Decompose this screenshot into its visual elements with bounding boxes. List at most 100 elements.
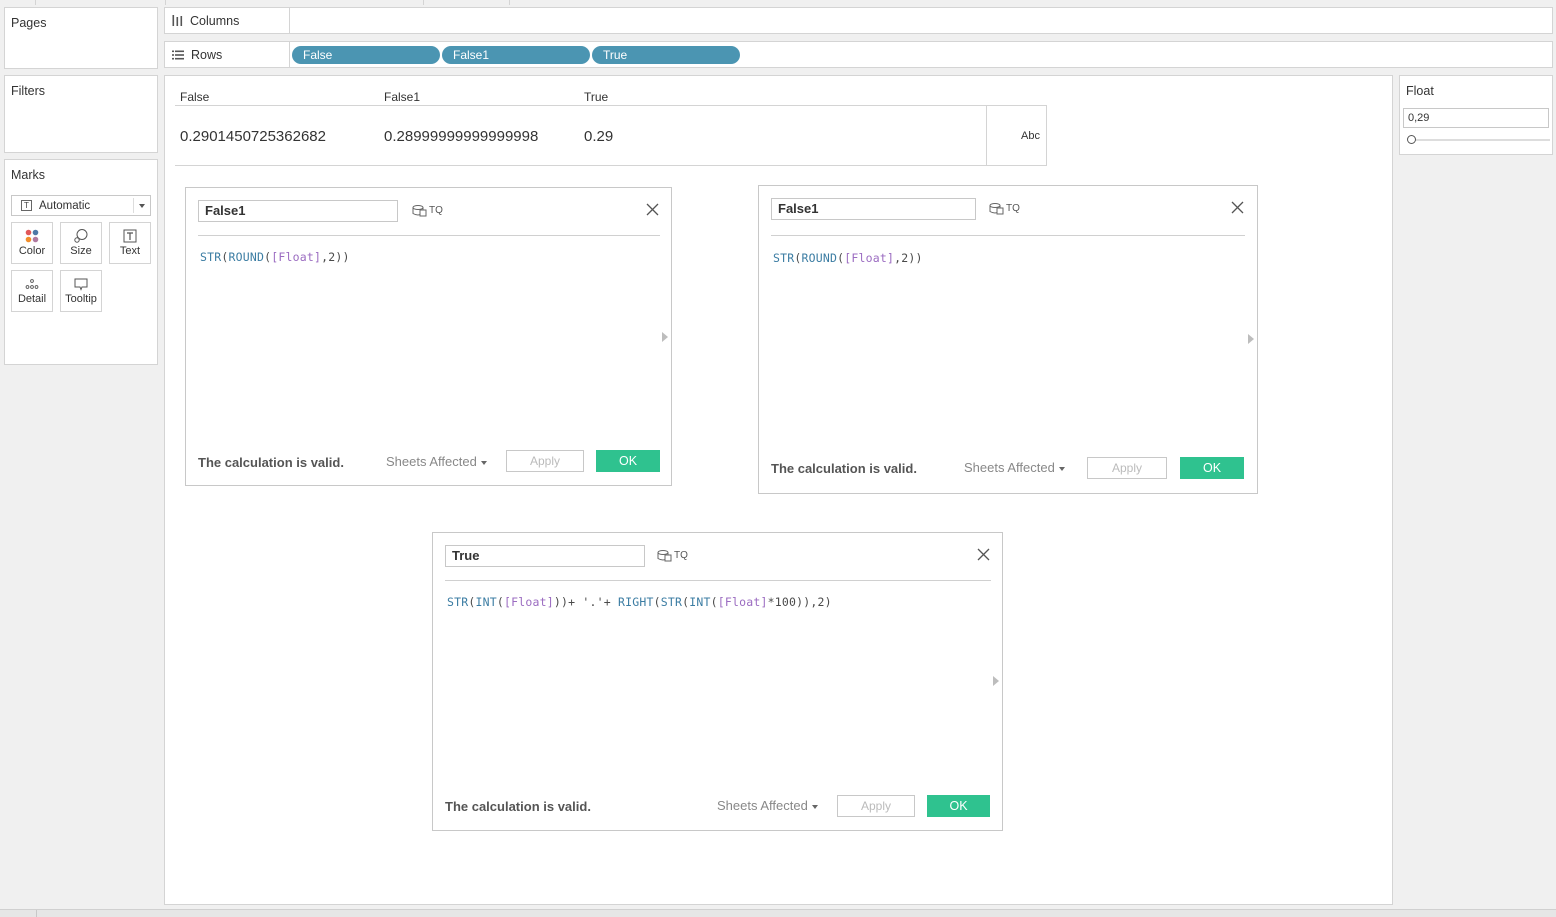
calc-name-input[interactable]: True bbox=[445, 545, 645, 567]
columns-shelf[interactable]: Columns bbox=[164, 7, 1553, 34]
parameter-value-input[interactable]: 0,29 bbox=[1403, 108, 1549, 128]
marks-title: Marks bbox=[11, 168, 46, 182]
parameter-title: Float bbox=[1406, 84, 1434, 98]
formula-text: ( bbox=[653, 595, 661, 609]
detail-icon bbox=[12, 271, 52, 293]
value-true[interactable]: 0.29 bbox=[584, 128, 613, 145]
apply-button[interactable]: Apply bbox=[1087, 457, 1167, 479]
calc-name-input[interactable]: False1 bbox=[198, 200, 398, 222]
value-false[interactable]: 0.2901450725362682 bbox=[180, 128, 326, 145]
datasource-icon bbox=[412, 205, 427, 217]
formula-function: STR bbox=[773, 251, 795, 265]
rows-label: Rows bbox=[191, 47, 223, 62]
sheets-affected-dropdown[interactable]: Sheets Affected bbox=[964, 460, 1065, 475]
mark-type-dropdown[interactable]: T Automatic bbox=[11, 195, 151, 216]
close-icon[interactable] bbox=[977, 548, 990, 561]
value-false1[interactable]: 0.28999999999999998 bbox=[384, 128, 538, 145]
calc-dialog-false1-b: False1 TQ STR(ROUND([Float],2)) The calc… bbox=[758, 185, 1258, 494]
size-button[interactable]: Size bbox=[60, 222, 102, 264]
tooltip-icon bbox=[61, 271, 101, 293]
sheets-affected-dropdown[interactable]: Sheets Affected bbox=[717, 798, 818, 813]
float-parameter-card: Float 0,29 bbox=[1399, 75, 1553, 155]
header-false1: False1 bbox=[384, 90, 421, 104]
formula-editor[interactable]: STR(ROUND([Float],2)) bbox=[200, 250, 350, 264]
color-button[interactable]: Color bbox=[11, 222, 53, 264]
text-button-label: Text bbox=[119, 245, 141, 257]
calc-status: The calculation is valid. bbox=[445, 799, 591, 814]
formula-field: [Float] bbox=[504, 595, 554, 609]
calc-dialog-false1-a: False1 TQ STR(ROUND([Float],2)) The calc… bbox=[185, 187, 672, 486]
parameter-slider-handle[interactable] bbox=[1407, 135, 1416, 144]
text-button[interactable]: Text bbox=[109, 222, 151, 264]
formula-function: RIGHT bbox=[618, 595, 654, 609]
tooltip-button-label: Tooltip bbox=[65, 293, 97, 305]
expand-arrow-icon[interactable] bbox=[1248, 334, 1254, 344]
ok-button[interactable]: OK bbox=[927, 795, 990, 817]
rows-shelf[interactable]: Rows False False1 True bbox=[164, 41, 1553, 68]
formula-function: INT bbox=[475, 595, 497, 609]
rows-icon bbox=[172, 50, 184, 60]
expand-arrow-icon[interactable] bbox=[993, 676, 999, 686]
rows-pill-false[interactable]: False bbox=[292, 46, 440, 64]
formula-function: ROUND bbox=[801, 251, 838, 265]
formula-text: *100)),2) bbox=[767, 595, 832, 609]
formula-text: ,2)) bbox=[321, 250, 350, 264]
formula-function: STR bbox=[447, 595, 469, 609]
apply-button[interactable]: Apply bbox=[506, 450, 584, 472]
rows-pill-false1[interactable]: False1 bbox=[442, 46, 590, 64]
parameter-slider-track[interactable] bbox=[1412, 139, 1550, 141]
datasource-indicator: TQ bbox=[412, 204, 443, 217]
results-table: 0.2901450725362682 0.28999999999999998 0… bbox=[175, 105, 1047, 166]
text-mark-icon: T bbox=[21, 200, 32, 211]
chevron-down-icon bbox=[139, 204, 145, 208]
datasource-indicator: TQ bbox=[989, 202, 1020, 215]
formula-editor[interactable]: STR(INT([Float]))+ '.'+ RIGHT(STR(INT([F… bbox=[447, 595, 832, 609]
formula-text: ( bbox=[794, 251, 802, 265]
close-icon[interactable] bbox=[1231, 201, 1244, 214]
ok-button[interactable]: OK bbox=[596, 450, 660, 472]
apply-button[interactable]: Apply bbox=[837, 795, 915, 817]
pages-title: Pages bbox=[11, 16, 47, 30]
pages-card[interactable]: Pages bbox=[4, 7, 158, 69]
detail-button[interactable]: Detail bbox=[11, 270, 53, 312]
columns-icon bbox=[172, 15, 183, 26]
formula-function: STR bbox=[660, 595, 683, 609]
filters-title: Filters bbox=[11, 84, 46, 98]
formula-field: [Float] bbox=[844, 251, 895, 265]
datasource-indicator: TQ bbox=[657, 549, 688, 562]
detail-button-label: Detail bbox=[17, 293, 47, 305]
calc-name-input[interactable]: False1 bbox=[771, 198, 976, 220]
tooltip-button[interactable]: Tooltip bbox=[60, 270, 102, 312]
size-icon bbox=[61, 223, 101, 245]
formula-field: [Float] bbox=[717, 595, 768, 609]
color-icon bbox=[12, 223, 52, 245]
rows-shelf-label: Rows bbox=[165, 42, 290, 67]
formula-function: STR bbox=[200, 250, 222, 264]
header-false: False bbox=[180, 90, 210, 104]
ok-button[interactable]: OK bbox=[1180, 457, 1244, 479]
viz-canvas[interactable]: False False1 True 0.2901450725362682 0.2… bbox=[164, 75, 1393, 905]
calc-status: The calculation is valid. bbox=[771, 461, 917, 476]
calc-status: The calculation is valid. bbox=[198, 455, 344, 470]
formula-text: ( bbox=[496, 595, 504, 609]
formula-editor[interactable]: STR(ROUND([Float],2)) bbox=[773, 251, 923, 265]
formula-function: INT bbox=[689, 595, 711, 609]
close-icon[interactable] bbox=[646, 203, 659, 216]
sheets-affected-dropdown[interactable]: Sheets Affected bbox=[386, 454, 487, 469]
chevron-down-icon bbox=[811, 804, 818, 809]
datasource-name: TQ bbox=[429, 205, 443, 216]
calc-dialog-true: True TQ STR(INT([Float]))+ '.'+ RIGHT(ST… bbox=[432, 532, 1003, 831]
datasource-icon bbox=[657, 550, 672, 562]
expand-arrow-icon[interactable] bbox=[662, 332, 668, 342]
rows-pill-true[interactable]: True bbox=[592, 46, 740, 64]
mark-type-label: Automatic bbox=[39, 199, 91, 212]
top-tab-strip bbox=[0, 0, 1556, 6]
chevron-down-icon bbox=[480, 460, 487, 465]
datasource-icon bbox=[989, 203, 1004, 215]
formula-text: ( bbox=[710, 595, 718, 609]
filters-card[interactable]: Filters bbox=[4, 75, 158, 153]
formula-function: ROUND bbox=[228, 250, 265, 264]
columns-label: Columns bbox=[190, 13, 240, 28]
color-button-label: Color bbox=[18, 245, 46, 257]
abc-placeholder: Abc bbox=[1021, 130, 1040, 142]
